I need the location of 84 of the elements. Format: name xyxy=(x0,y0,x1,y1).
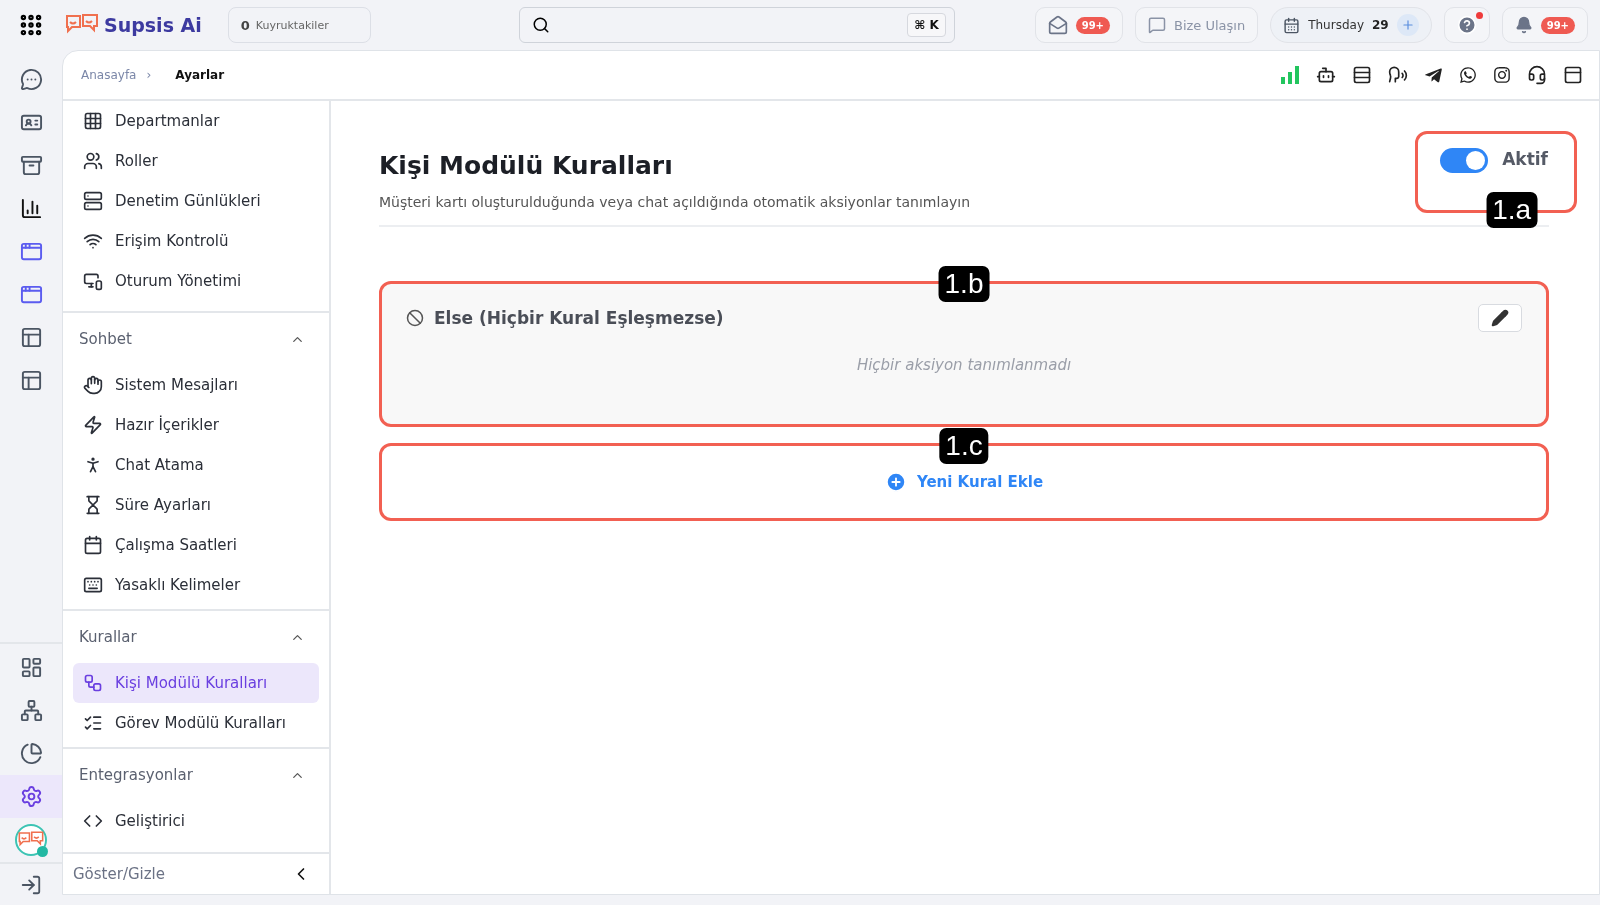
help-icon xyxy=(1456,15,1477,35)
calendar-icon xyxy=(83,535,103,555)
sidebar-item[interactable]: Hazır İçerikler xyxy=(73,405,319,445)
layout-icon xyxy=(19,326,43,349)
building-grid-icon xyxy=(83,111,103,131)
notification-count-badge: 99+ xyxy=(1540,16,1575,34)
layout-icon xyxy=(19,369,43,392)
hierarchy-icon xyxy=(19,699,43,722)
date-day: Thursday xyxy=(1308,18,1364,32)
person-speaking-icon[interactable] xyxy=(1388,65,1408,85)
date-number: 29 xyxy=(1372,18,1389,32)
annotation-label: 1.a xyxy=(1486,192,1538,228)
add-rule-button[interactable]: Yeni Kural Ekle xyxy=(878,470,1050,494)
devices-icon xyxy=(83,271,103,291)
phone-bubble-icon[interactable] xyxy=(1459,66,1477,84)
queue-label: Kuyruktakiler xyxy=(255,18,329,32)
bell-icon xyxy=(1514,16,1533,34)
mail-count-badge: 99+ xyxy=(1075,16,1110,34)
ban-icon xyxy=(406,309,424,327)
show-hide-toggle[interactable]: Göster/Gizle xyxy=(73,865,165,883)
pie-chart-icon xyxy=(19,742,43,765)
list-rows-icon xyxy=(83,191,103,211)
window-icon xyxy=(19,283,43,306)
page-title: Kişi Modülü Kuralları xyxy=(379,151,674,180)
breadcrumb-separator: › xyxy=(146,68,152,82)
inbox-tray-icon xyxy=(19,154,43,177)
sidebar-item[interactable]: Erişim Kontrolü xyxy=(73,221,319,261)
edit-button[interactable] xyxy=(1478,304,1522,332)
sidebar-item[interactable]: Süre Ayarları xyxy=(73,485,319,525)
switch-label: Aktif xyxy=(1502,149,1548,169)
shortcut-key: ⌘ K xyxy=(907,13,946,37)
settings-icon xyxy=(19,785,43,808)
headset-icon[interactable] xyxy=(1527,65,1547,85)
page-subtitle: Müşteri kartı oluşturulduğunda veya chat açıldığında otomatik aksiyonlar tanımlayın xyxy=(379,194,970,210)
dashboard-icon xyxy=(19,656,43,679)
calendar-icon xyxy=(1283,16,1301,34)
app-grid-icon[interactable] xyxy=(18,12,44,38)
hourglass-icon xyxy=(83,495,103,515)
sidebar-item[interactable]: Departmanlar xyxy=(73,101,319,141)
open-mail-icon xyxy=(1047,15,1068,35)
keyboard-icon xyxy=(83,575,103,595)
annotation-label: 1.b xyxy=(938,266,990,302)
annotation-label: 1.c xyxy=(939,428,989,464)
brand-name: Supsis Ai xyxy=(104,14,202,36)
hand-icon xyxy=(83,375,103,395)
bot-icon[interactable] xyxy=(1316,65,1336,85)
sidebar-item[interactable]: Yasaklı Kelimeler xyxy=(73,565,319,605)
window-icon xyxy=(19,240,43,263)
sidebar-item[interactable]: Kişi Modülü Kuralları xyxy=(73,663,319,703)
date-button[interactable]: Thursday 29 xyxy=(1270,7,1432,43)
camera-icon[interactable] xyxy=(1493,66,1511,84)
bar-chart-icon xyxy=(19,197,43,220)
sidebar-item[interactable]: Geliştirici xyxy=(73,801,319,841)
help-button[interactable] xyxy=(1443,7,1490,43)
sidebar-item[interactable]: Sistem Mesajları xyxy=(73,365,319,405)
people-icon xyxy=(83,151,103,171)
chat-bubble-icon xyxy=(19,68,43,91)
breadcrumb-link[interactable]: Anasayfa xyxy=(81,68,137,82)
sidebar-item[interactable]: Görev Modülü Kuralları xyxy=(73,703,319,743)
sidebar-item[interactable]: Denetim Günlükleri xyxy=(73,181,319,221)
checklist-icon xyxy=(83,713,103,733)
list-rows-icon[interactable] xyxy=(1352,65,1372,85)
sign-in-icon xyxy=(20,873,42,896)
window-icon[interactable] xyxy=(1563,65,1583,85)
queue-counter[interactable]: 0 Kuyruktakiler xyxy=(227,7,371,43)
sidebar-item[interactable]: Roller xyxy=(73,141,319,181)
pencil-icon xyxy=(1491,309,1509,327)
active-switch[interactable] xyxy=(1440,148,1489,173)
rule-title: Else (Hiçbir Kural Eşleşmezse) xyxy=(434,308,724,328)
empty-message: Hiçbir aksiyon tanımlanmadı xyxy=(856,356,1072,374)
section-title[interactable]: Kurallar xyxy=(79,628,137,646)
search-icon xyxy=(531,16,550,34)
search-field[interactable]: ⌘ K xyxy=(518,7,955,43)
wifi-icon xyxy=(83,231,103,251)
plus-circle-icon xyxy=(884,471,907,493)
sidebar-item[interactable]: Oturum Yönetimi xyxy=(73,261,319,301)
sidebar-item[interactable]: Çalışma Saatleri xyxy=(73,525,319,565)
lightning-icon xyxy=(83,415,103,435)
section-title[interactable]: Entegrasyonlar xyxy=(79,766,193,784)
queue-count: 0 xyxy=(240,17,250,33)
section-title[interactable]: Sohbet xyxy=(79,330,132,348)
sidebar-item[interactable]: Chat Atama xyxy=(73,445,319,485)
avatar-logo[interactable] xyxy=(15,824,47,856)
workflow-icon xyxy=(83,673,103,693)
